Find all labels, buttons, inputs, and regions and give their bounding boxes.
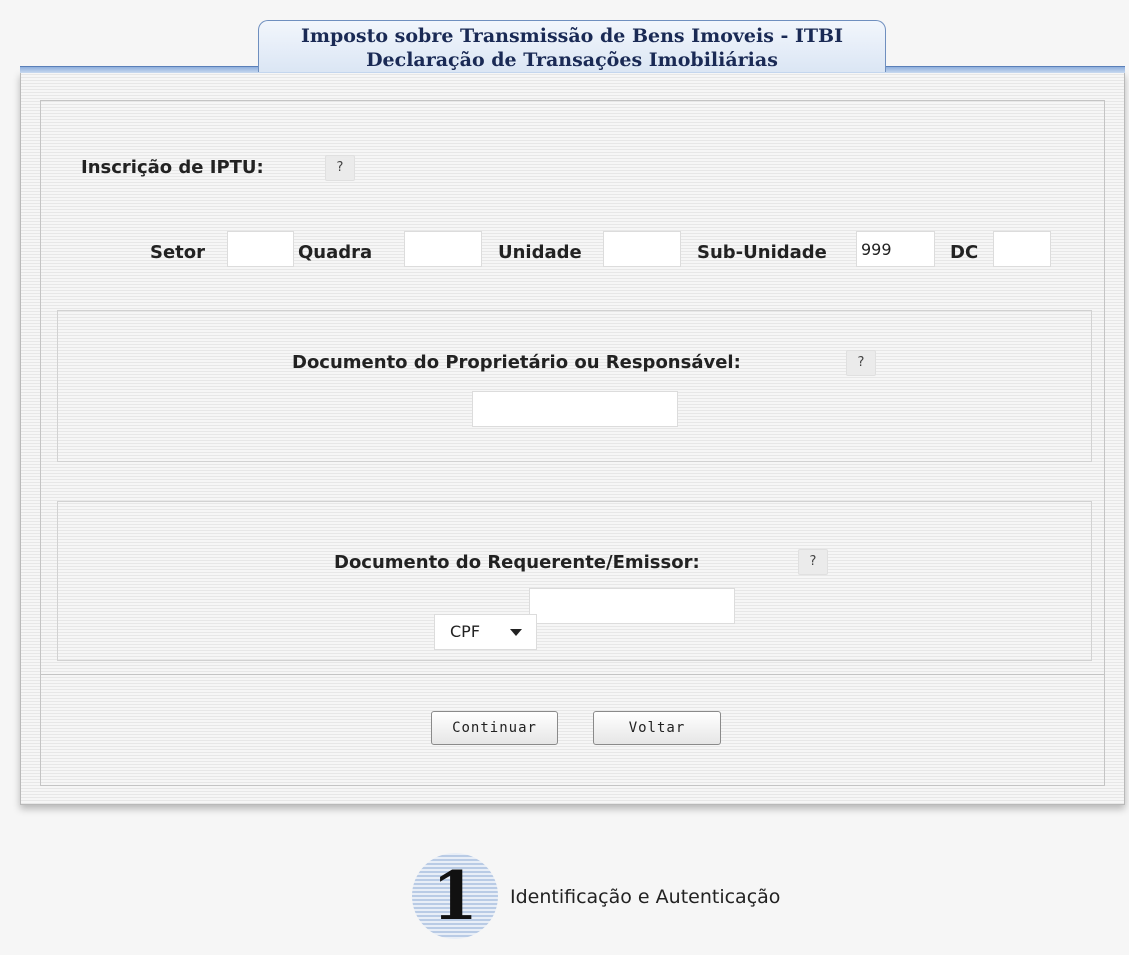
subunidade-label: Sub-Unidade bbox=[697, 242, 827, 263]
quadra-label: Quadra bbox=[298, 242, 373, 263]
step-number-icon: 1 bbox=[412, 853, 498, 939]
dc-label: DC bbox=[950, 242, 979, 263]
requester-document-section: Documento do Requerente/Emissor: ? bbox=[57, 501, 1092, 661]
buttons-divider bbox=[41, 674, 1104, 675]
dc-input[interactable] bbox=[993, 231, 1051, 267]
setor-label: Setor bbox=[150, 242, 206, 263]
requester-document-help-icon[interactable]: ? bbox=[798, 549, 828, 575]
document-type-value: CPF bbox=[450, 622, 481, 641]
owner-document-help-icon[interactable]: ? bbox=[846, 350, 876, 376]
document-type-select[interactable]: CPF bbox=[434, 614, 537, 650]
iptu-help-icon[interactable]: ? bbox=[325, 155, 355, 181]
form-panel: Inscrição de IPTU: ? Setor Quadra Unidad… bbox=[20, 72, 1125, 805]
step-label: Identificação e Autenticação bbox=[510, 886, 781, 908]
form-inner-box: Inscrição de IPTU: ? Setor Quadra Unidad… bbox=[40, 100, 1105, 786]
form-title: Imposto sobre Transmissão de Bens Imovei… bbox=[300, 25, 844, 47]
back-button[interactable]: Voltar bbox=[593, 711, 721, 745]
requester-document-input[interactable] bbox=[529, 588, 735, 624]
setor-input[interactable] bbox=[227, 231, 294, 267]
subunidade-input[interactable] bbox=[856, 231, 935, 267]
owner-document-input[interactable] bbox=[472, 391, 678, 427]
step-number: 1 bbox=[432, 857, 478, 935]
unidade-input[interactable] bbox=[603, 231, 681, 267]
requester-document-label: Documento do Requerente/Emissor: bbox=[334, 552, 700, 573]
owner-document-label: Documento do Proprietário ou Responsável… bbox=[292, 352, 741, 373]
unidade-label: Unidade bbox=[498, 242, 582, 263]
form-subtitle: Declaração de Transações Imobiliárias bbox=[366, 49, 778, 71]
continue-button[interactable]: Continuar bbox=[431, 711, 558, 745]
form-title-tab: Imposto sobre Transmissão de Bens Imovei… bbox=[258, 20, 886, 72]
chevron-down-icon bbox=[510, 629, 522, 636]
quadra-input[interactable] bbox=[404, 231, 482, 267]
owner-document-section: Documento do Proprietário ou Responsável… bbox=[57, 310, 1092, 462]
iptu-label: Inscrição de IPTU: bbox=[81, 157, 264, 178]
